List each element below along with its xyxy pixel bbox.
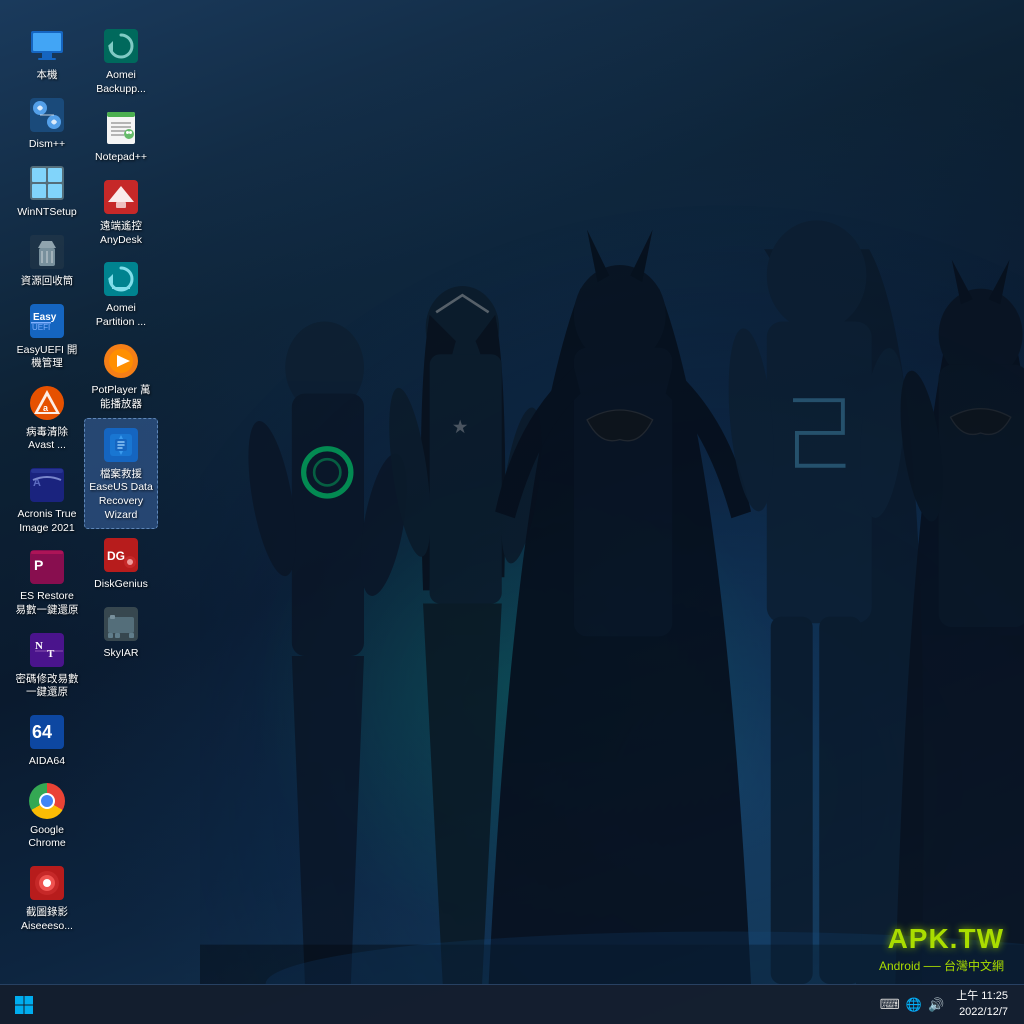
apk-sub: Android ── 台灣中文網 <box>879 957 1004 974</box>
easyuefi-icon-img: Easy UEFI <box>27 301 67 341</box>
icon-anydesk-label: 遠端遙控 AnyDesk <box>88 220 154 247</box>
icon-skyiar-label: SkyIAR <box>103 647 138 661</box>
icon-esrestore-label: ES Restore 易數一鍵還原 <box>14 590 80 617</box>
icon-pwdmod[interactable]: N T 密碼修改易數一鍵還原 <box>10 624 84 706</box>
svg-text:UEFI: UEFI <box>32 323 50 332</box>
icon-notepad[interactable]: Notepad++ <box>84 102 158 171</box>
aida64-icon-img: 64 <box>27 712 67 752</box>
icon-chrome-label: Google Chrome <box>14 824 80 851</box>
pwdmod-icon-img: N T <box>27 630 67 670</box>
icon-avast[interactable]: a 病毒清除 Avast ... <box>10 377 84 459</box>
icon-esrestore[interactable]: P ES Restore 易數一鍵還原 <box>10 541 84 623</box>
computer-icon-img <box>27 26 67 66</box>
aomeipart-icon-img <box>101 259 141 299</box>
icon-chrome[interactable]: Google Chrome <box>10 775 84 857</box>
diskgenius-icon-img: DG <box>101 535 141 575</box>
icon-acronis-label: Acronis True Image 2021 <box>14 508 80 535</box>
icon-aida64-label: AIDA64 <box>29 755 65 769</box>
icon-anydesk[interactable]: 遠端遙控 AnyDesk <box>84 171 158 253</box>
icon-winntsetup[interactable]: WinNTSetup <box>10 157 84 226</box>
clock-time: 上午 11:25 <box>956 989 1008 1004</box>
chrome-outer <box>29 783 65 819</box>
screenrec-icon-img <box>27 863 67 903</box>
chrome-icon-img <box>27 781 67 821</box>
skyiar-icon-img <box>101 604 141 644</box>
icon-easyuefi[interactable]: Easy UEFI EasyUEFI 開機管理 <box>10 295 84 377</box>
icons-area: 本機 Dism++ <box>10 20 260 974</box>
svg-text:N: N <box>35 640 43 652</box>
icon-computer[interactable]: 本機 <box>10 20 84 89</box>
desktop: ★ <box>0 0 1024 1024</box>
acronis-icon-img: A <box>27 465 67 505</box>
icon-aomeipart[interactable]: Aomei Partition ... <box>84 253 158 335</box>
icon-aomeiback[interactable]: Aomei Backupp... <box>84 20 158 102</box>
start-button[interactable] <box>0 985 48 1024</box>
icon-dism-label: Dism++ <box>29 138 65 152</box>
icon-potplayer[interactable]: PotPlayer 萬能播放器 <box>84 335 158 417</box>
icon-recycle-label: 資源回收筒 <box>21 275 74 289</box>
clock-area[interactable]: 上午 11:25 2022/12/7 <box>952 987 1012 1022</box>
icon-potplayer-label: PotPlayer 萬能播放器 <box>88 384 154 411</box>
icon-aida64[interactable]: 64 AIDA64 <box>10 706 84 775</box>
aomeiback-icon-img <box>101 26 141 66</box>
icon-dism[interactable]: Dism++ <box>10 89 84 158</box>
icon-computer-label: 本機 <box>37 69 58 83</box>
esrestore-icon-img: P <box>27 547 67 587</box>
keyboard-icon[interactable]: ⌨ <box>880 996 900 1013</box>
network-icon[interactable]: 🌐 <box>906 997 922 1013</box>
notepad-icon-img <box>101 108 141 148</box>
icon-pwdmod-label: 密碼修改易數一鍵還原 <box>14 673 80 700</box>
tray-icons: ⌨ 🌐 🔊 <box>880 996 945 1013</box>
icon-notepad-label: Notepad++ <box>95 151 147 165</box>
apk-text: APK.TW <box>888 923 1004 954</box>
icon-easeus-label: 檔案救援 EaseUS Data Recovery Wizard <box>89 468 153 523</box>
icon-diskgenius-label: DiskGenius <box>94 578 148 592</box>
icon-acronis[interactable]: A Acronis True Image 2021 <box>10 459 84 541</box>
icon-skyiar[interactable]: SkyIAR <box>84 598 158 667</box>
icon-winntsetup-label: WinNTSetup <box>17 206 77 220</box>
icon-aomeipart-label: Aomei Partition ... <box>88 302 154 329</box>
svg-text:P: P <box>34 557 43 573</box>
winntsetup-icon-img <box>27 163 67 203</box>
chrome-inner <box>39 793 55 809</box>
apk-watermark: APK.TW Android ── 台灣中文網 <box>879 923 1004 974</box>
clock-date: 2022/12/7 <box>959 1005 1008 1020</box>
svg-text:DG: DG <box>107 549 125 563</box>
icon-screenrec-label: 截圖錄影 Aiseeeso... <box>14 906 80 933</box>
potplayer-icon-img <box>101 341 141 381</box>
icon-avast-label: 病毒清除 Avast ... <box>14 426 80 453</box>
easeus-icon-img <box>101 425 141 465</box>
svg-text:T: T <box>47 648 55 660</box>
svg-text:Easy: Easy <box>33 312 57 323</box>
anydesk-icon-img <box>101 177 141 217</box>
svg-text:★: ★ <box>452 416 468 437</box>
apk-brand: APK.TW <box>879 923 1004 955</box>
icon-easeus[interactable]: 檔案救援 EaseUS Data Recovery Wizard <box>84 418 158 530</box>
svg-text:64: 64 <box>32 722 52 742</box>
dism-icon-img <box>27 95 67 135</box>
windows-logo-icon <box>14 995 34 1015</box>
taskbar-right: ⌨ 🌐 🔊 上午 11:25 2022/12/7 <box>880 987 1024 1022</box>
taskbar: ⌨ 🌐 🔊 上午 11:25 2022/12/7 <box>0 984 1024 1024</box>
icon-diskgenius[interactable]: DG DiskGenius <box>84 529 158 598</box>
volume-icon[interactable]: 🔊 <box>928 997 944 1013</box>
icon-recycle[interactable]: 資源回收筒 <box>10 226 84 295</box>
avast-icon-img: a <box>27 383 67 423</box>
heroes-background: ★ <box>200 0 1024 984</box>
icon-screenrec[interactable]: 截圖錄影 Aiseeeso... <box>10 857 84 939</box>
recycle-icon-img <box>27 232 67 272</box>
icon-aomeiback-label: Aomei Backupp... <box>88 69 154 96</box>
icon-easyuefi-label: EasyUEFI 開機管理 <box>14 344 80 371</box>
